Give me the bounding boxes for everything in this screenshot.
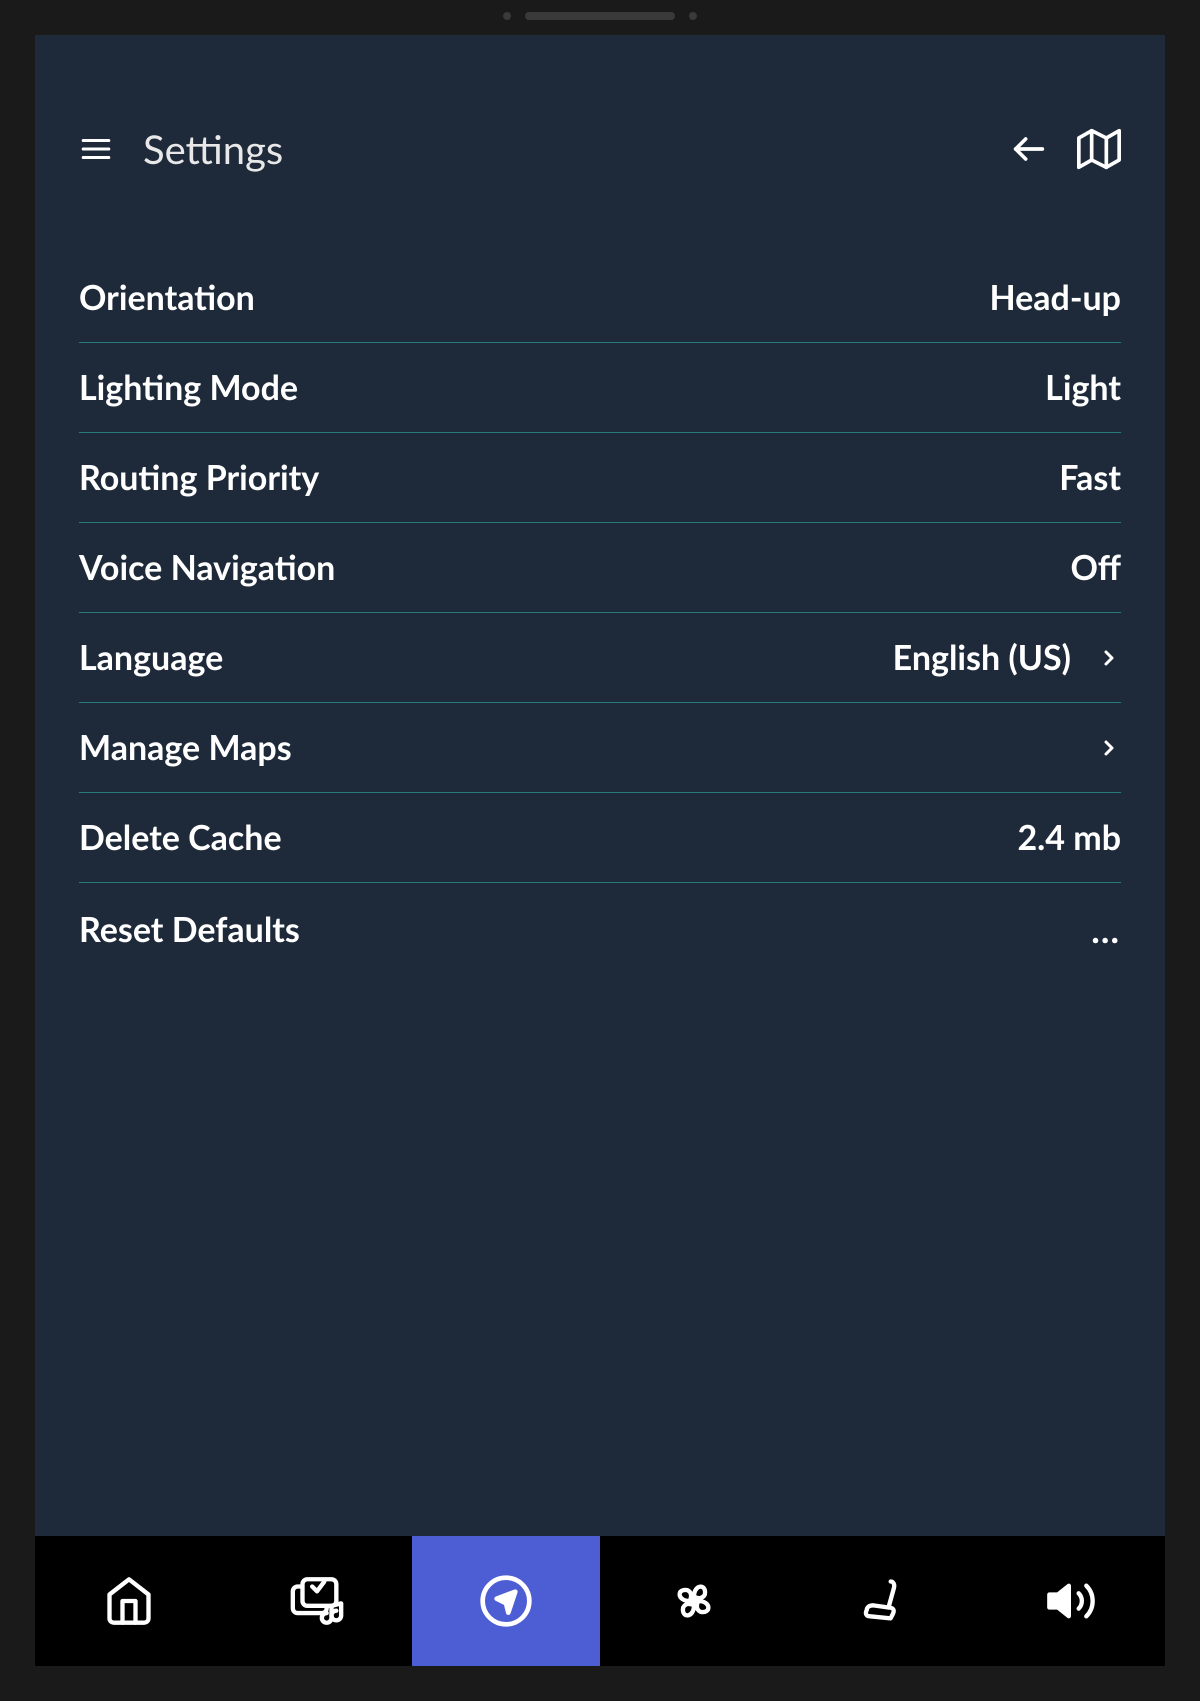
chevron-right-icon — [1097, 727, 1121, 768]
setting-label: Lighting Mode — [79, 367, 298, 408]
setting-label: Orientation — [79, 277, 255, 318]
header-right — [1009, 127, 1121, 171]
setting-lighting-mode[interactable]: Lighting Mode Light — [79, 343, 1121, 433]
nav-climate[interactable] — [600, 1536, 788, 1666]
setting-orientation[interactable]: Orientation Head-up — [79, 253, 1121, 343]
camera-dot — [503, 12, 511, 20]
ellipsis-icon: … — [1091, 907, 1121, 951]
back-button[interactable] — [1009, 129, 1049, 169]
nav-navigation[interactable] — [412, 1536, 600, 1666]
nav-volume[interactable] — [977, 1536, 1165, 1666]
setting-reset-defaults[interactable]: Reset Defaults … — [79, 883, 1121, 975]
device-frame: Settings Orientation Head-up Lighting Mo… — [0, 0, 1200, 1701]
setting-value: Off — [1071, 547, 1122, 588]
setting-delete-cache[interactable]: Delete Cache 2.4 mb — [79, 793, 1121, 883]
setting-label: Delete Cache — [79, 817, 282, 858]
setting-routing-priority[interactable]: Routing Priority Fast — [79, 433, 1121, 523]
setting-language[interactable]: Language English (US) — [79, 613, 1121, 703]
setting-label: Language — [79, 637, 223, 678]
page-title: Settings — [143, 125, 283, 173]
setting-manage-maps[interactable]: Manage Maps — [79, 703, 1121, 793]
arrow-left-icon — [1009, 129, 1049, 169]
screen: Settings Orientation Head-up Lighting Mo… — [35, 35, 1165, 1666]
setting-value-wrap — [1097, 727, 1121, 768]
settings-list: Orientation Head-up Lighting Mode Light … — [35, 203, 1165, 1536]
setting-value: Head-up — [989, 277, 1121, 318]
setting-value: 2.4 mb — [1017, 817, 1121, 858]
map-button[interactable] — [1077, 127, 1121, 171]
menu-button[interactable] — [79, 132, 113, 166]
setting-value: Light — [1045, 367, 1121, 408]
setting-label: Routing Priority — [79, 457, 319, 498]
setting-label: Manage Maps — [79, 727, 292, 768]
nav-media[interactable] — [223, 1536, 411, 1666]
menu-icon — [79, 132, 113, 166]
fan-icon — [668, 1575, 720, 1627]
volume-icon — [1045, 1575, 1097, 1627]
setting-label: Voice Navigation — [79, 547, 335, 588]
setting-value-wrap: … — [1091, 907, 1121, 951]
map-icon — [1077, 127, 1121, 171]
nav-seat[interactable] — [788, 1536, 976, 1666]
device-notch — [503, 12, 697, 20]
setting-value-wrap: English (US) — [893, 637, 1121, 678]
sensor-dot — [689, 12, 697, 20]
bottom-nav — [35, 1536, 1165, 1666]
header-left: Settings — [79, 125, 283, 173]
seat-icon — [856, 1575, 908, 1627]
setting-value: English (US) — [893, 637, 1071, 678]
navigation-icon — [478, 1573, 534, 1629]
speaker-slot — [525, 12, 675, 20]
setting-value: Fast — [1059, 457, 1121, 498]
setting-voice-navigation[interactable]: Voice Navigation Off — [79, 523, 1121, 613]
home-icon — [103, 1575, 155, 1627]
chevron-right-icon — [1097, 637, 1121, 678]
media-icon — [288, 1572, 346, 1630]
setting-label: Reset Defaults — [79, 909, 300, 950]
header: Settings — [35, 35, 1165, 203]
nav-home[interactable] — [35, 1536, 223, 1666]
